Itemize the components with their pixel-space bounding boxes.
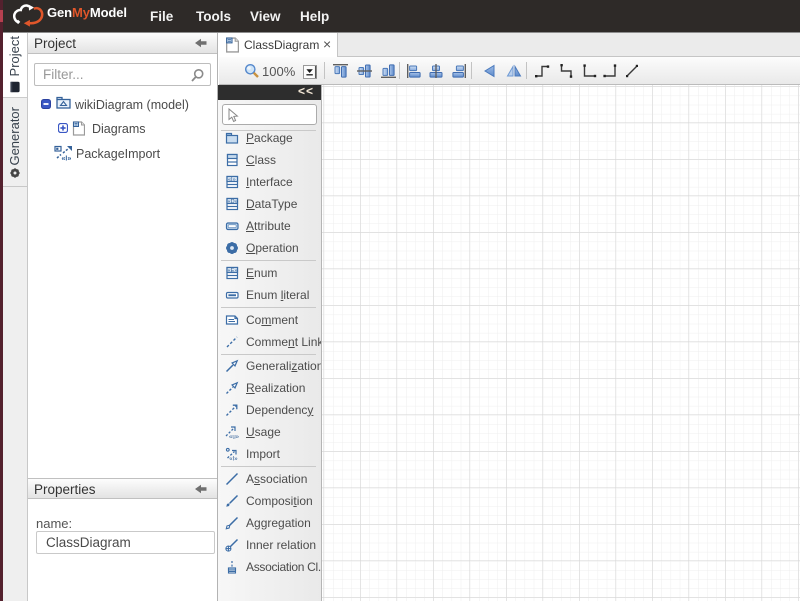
svg-text:«I»: «I»	[62, 156, 72, 163]
svg-text:«u»: «u»	[229, 434, 239, 439]
svg-text:«D»: «D»	[228, 198, 238, 204]
svg-text:«I»: «I»	[229, 456, 238, 460]
svg-text:«I»: «I»	[228, 176, 236, 182]
svg-text:«E»: «E»	[228, 267, 238, 273]
